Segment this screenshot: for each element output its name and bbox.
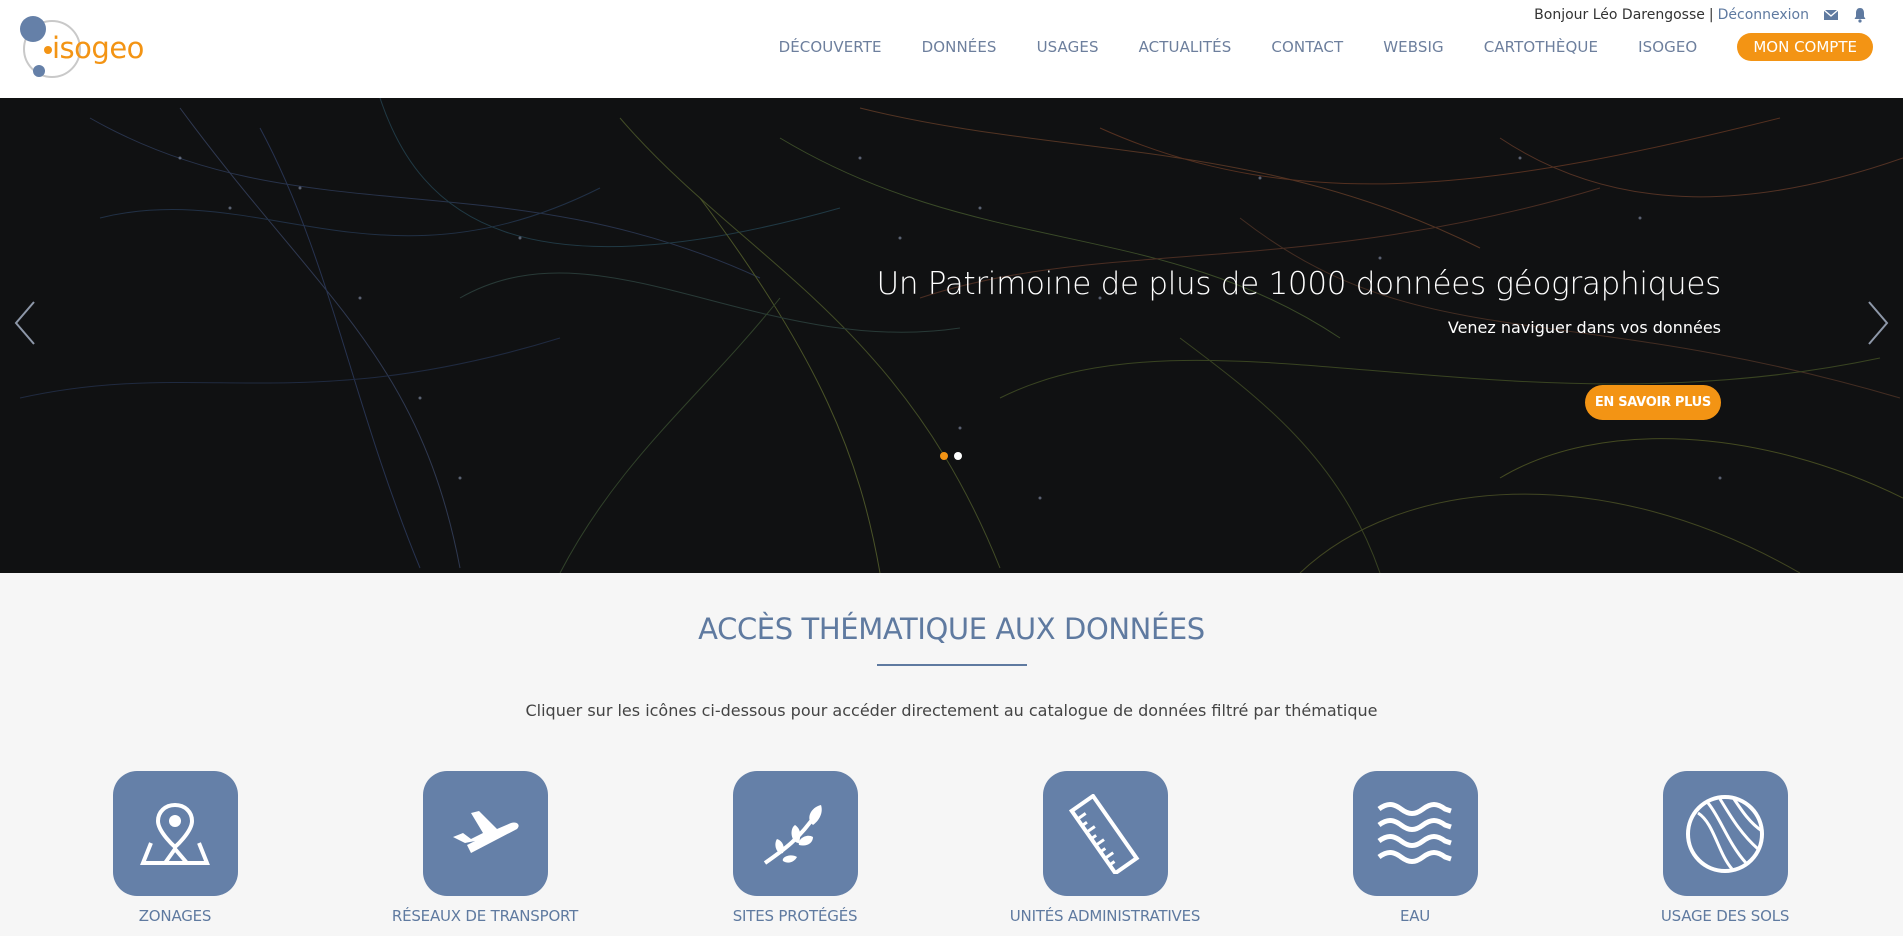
theme-sites-proteges[interactable]: SITES PROTÉGÉS <box>645 771 945 925</box>
nav-item-usages[interactable]: USAGES <box>1037 38 1099 56</box>
my-account-button[interactable]: MON COMPTE <box>1737 33 1873 61</box>
nav-item-websig[interactable]: WEBSIG <box>1383 38 1444 56</box>
logo-text: isogeo <box>52 31 144 65</box>
carousel-dot-2[interactable] <box>954 452 962 460</box>
user-greeting: Bonjour Léo Darengosse <box>1534 7 1705 23</box>
theme-usage-des-sols[interactable]: USAGE DES SOLS <box>1575 771 1875 925</box>
theme-tile[interactable] <box>1662 771 1788 896</box>
waves-icon <box>1377 801 1452 864</box>
theme-tile[interactable] <box>1042 771 1168 896</box>
nav-item-donnees[interactable]: DONNÉES <box>922 38 997 56</box>
theme-eau[interactable]: EAU <box>1265 771 1565 925</box>
carousel-next-button[interactable] <box>1863 298 1893 348</box>
theme-grid: ZONAGES RÉSEAUX DE TRANSPORT SITES PROTÉ… <box>0 771 1903 936</box>
user-bar: Bonjour Léo Darengosse | Déconnexion <box>1534 6 1867 24</box>
learn-more-button[interactable]: EN SAVOIR PLUS <box>1584 385 1721 420</box>
theme-tile[interactable] <box>422 771 548 896</box>
site-header: isogeo Bonjour Léo Darengosse | Déconnex… <box>0 0 1903 98</box>
logout-link[interactable]: Déconnexion <box>1718 7 1809 23</box>
map-pin-icon <box>140 802 210 865</box>
main-nav: DÉCOUVERTE DONNÉES USAGES ACTUALITÉS CON… <box>739 33 1873 61</box>
carousel-dot-1[interactable] <box>940 452 948 460</box>
title-divider <box>877 664 1027 666</box>
hero-title: Un Patrimoine de plus de 1000 données gé… <box>876 266 1721 302</box>
theme-label: UNITÉS ADMINISTRATIVES <box>1009 907 1201 925</box>
ruler-icon <box>1068 793 1140 874</box>
thematic-description: Cliquer sur les icônes ci-dessous pour a… <box>525 701 1378 720</box>
theme-tile[interactable] <box>732 771 858 896</box>
theme-label: SITES PROTÉGÉS <box>732 907 858 925</box>
separator: | <box>1708 7 1714 23</box>
chevron-left-icon <box>14 301 35 345</box>
leaf-branch-icon <box>763 804 822 865</box>
nav-item-isogeo[interactable]: ISOGEO <box>1638 38 1697 56</box>
theme-zonages[interactable]: ZONAGES <box>25 771 325 925</box>
theme-tile[interactable] <box>1352 771 1478 896</box>
hero-carousel: Un Patrimoine de plus de 1000 données gé… <box>0 98 1903 573</box>
carousel-indicators <box>940 452 968 460</box>
airplane-icon <box>453 810 519 853</box>
mail-icon[interactable] <box>1823 8 1839 22</box>
thematic-title: ACCÈS THÉMATIQUE AUX DONNÉES <box>698 612 1205 646</box>
theme-label: ZONAGES <box>138 907 212 925</box>
theme-label: USAGE DES SOLS <box>1660 907 1790 925</box>
nav-item-decouverte[interactable]: DÉCOUVERTE <box>779 38 882 56</box>
isogeo-logo[interactable]: isogeo <box>18 14 158 84</box>
nav-item-actualites[interactable]: ACTUALITÉS <box>1139 38 1232 56</box>
nav-item-contact[interactable]: CONTACT <box>1271 38 1343 56</box>
chevron-right-icon <box>1868 301 1889 345</box>
theme-tile[interactable] <box>112 771 238 896</box>
nav-item-cartotheque[interactable]: CARTOTHÈQUE <box>1484 38 1598 56</box>
theme-unites-administratives[interactable]: UNITÉS ADMINISTRATIVES <box>955 771 1255 925</box>
bell-icon[interactable] <box>1853 7 1867 23</box>
carousel-prev-button[interactable] <box>10 298 40 348</box>
hero-subtitle: Venez naviguer dans vos données <box>1447 318 1721 337</box>
theme-reseaux-transport[interactable]: RÉSEAUX DE TRANSPORT <box>335 771 635 925</box>
theme-label: RÉSEAUX DE TRANSPORT <box>391 907 579 925</box>
land-use-icon <box>1686 794 1764 873</box>
theme-label: EAU <box>1399 907 1431 925</box>
